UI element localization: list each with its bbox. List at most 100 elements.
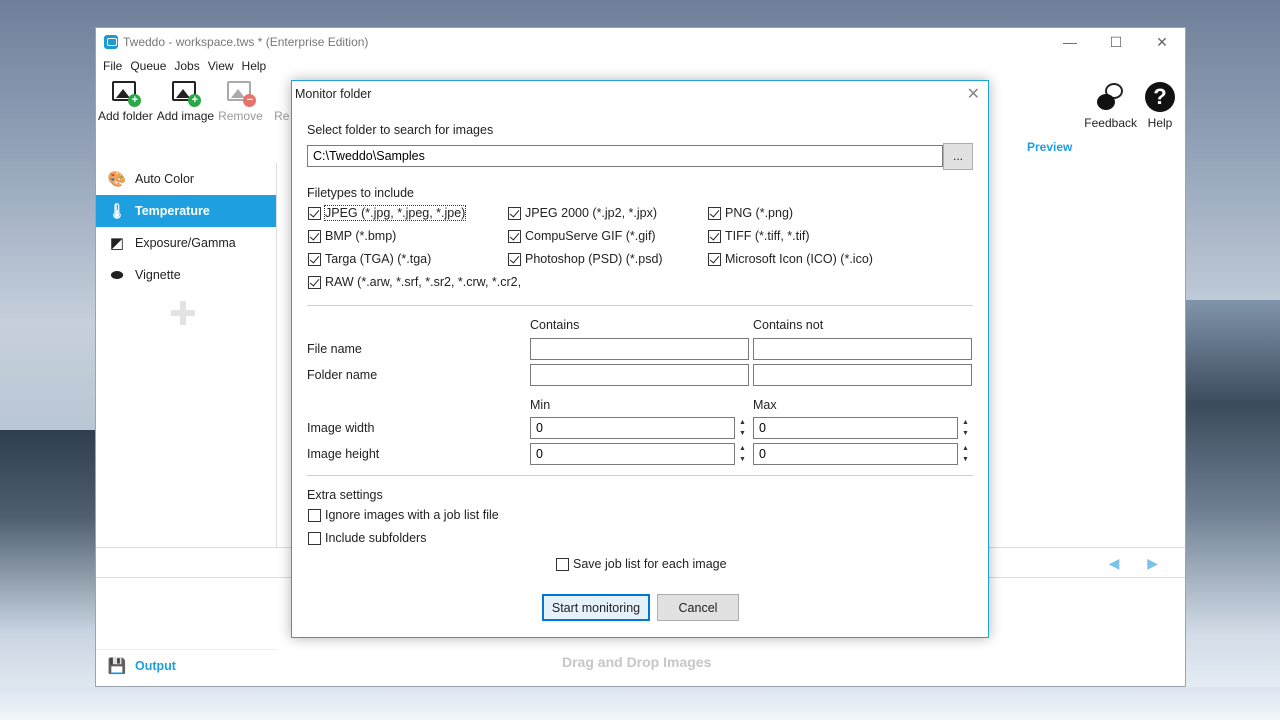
thermometer-icon: 🌡 bbox=[107, 203, 127, 220]
desktop-background-bottom bbox=[0, 687, 1280, 720]
menu-view[interactable]: View bbox=[204, 59, 238, 73]
folder-name-label: Folder name bbox=[307, 368, 378, 382]
menu-file[interactable]: File bbox=[99, 59, 126, 73]
height-max-input[interactable] bbox=[753, 443, 958, 465]
checkbox-label: RAW (*.arw, *.srf, *.sr2, *.crw, *.cr2, bbox=[325, 275, 522, 289]
add-image-icon: + bbox=[170, 79, 202, 107]
image-height-label: Image height bbox=[307, 447, 380, 461]
title-bar: Tweddo - workspace.tws * (Enterprise Edi… bbox=[96, 28, 1185, 56]
contains-not-header: Contains not bbox=[753, 318, 824, 332]
add-image-button[interactable]: + Add image bbox=[157, 76, 214, 123]
remove-label: Remove bbox=[218, 109, 263, 123]
width-max-input[interactable] bbox=[753, 417, 958, 439]
close-button[interactable]: ✕ bbox=[1139, 28, 1185, 56]
add-folder-button[interactable]: + Add folder bbox=[98, 76, 153, 123]
sidebar-item-label: Auto Color bbox=[135, 172, 195, 186]
filetype-raw-checkbox[interactable]: RAW (*.arw, *.srf, *.sr2, *.crw, *.cr2, bbox=[308, 275, 521, 289]
sidebar-item-auto-color[interactable]: 🎨 Auto Color bbox=[96, 163, 276, 195]
checkbox-label: TIFF (*.tiff, *.tif) bbox=[725, 229, 810, 243]
partial-toolbar-label: Re bbox=[274, 109, 290, 123]
sidebar-item-label: Vignette bbox=[135, 268, 181, 282]
filetype-png-checkbox[interactable]: PNG (*.png) bbox=[708, 206, 793, 220]
contains-header: Contains bbox=[530, 318, 580, 332]
checkbox-box bbox=[508, 252, 521, 266]
width-min-stepper[interactable]: ▲ ▼ bbox=[736, 417, 749, 439]
filetype-bmp-checkbox[interactable]: BMP (*.bmp) bbox=[308, 229, 396, 243]
image-width-label: Image width bbox=[307, 421, 375, 435]
exposure-icon: ◩ bbox=[109, 235, 125, 252]
vignette-icon: ⬬ bbox=[110, 266, 124, 284]
height-min-input[interactable] bbox=[530, 443, 735, 465]
save-icon: 💾 bbox=[107, 657, 127, 675]
checkbox-box bbox=[308, 531, 321, 545]
feedback-button[interactable]: Feedback bbox=[1084, 79, 1137, 130]
feedback-icon bbox=[1096, 82, 1126, 112]
preview-tab[interactable]: Preview bbox=[1027, 140, 1072, 154]
app-logo-icon bbox=[104, 35, 118, 49]
add-filter-icon[interactable] bbox=[171, 301, 195, 325]
filetype-gif-checkbox[interactable]: CompuServe GIF (*.gif) bbox=[508, 229, 656, 243]
checkbox-label: Microsoft Icon (ICO) (*.ico) bbox=[725, 252, 873, 266]
nav-arrows[interactable]: ◀ ▶ bbox=[1109, 555, 1170, 572]
checkbox-box bbox=[508, 229, 521, 243]
filetype-jpeg2000-checkbox[interactable]: JPEG 2000 (*.jp2, *.jpx) bbox=[508, 206, 657, 220]
checkbox-label: CompuServe GIF (*.gif) bbox=[525, 229, 656, 243]
checkbox-box bbox=[308, 206, 321, 220]
help-button[interactable]: ? Help bbox=[1145, 79, 1175, 130]
file-name-contains-not-input[interactable] bbox=[753, 338, 972, 360]
window-controls: — ☐ ✕ bbox=[1047, 28, 1185, 56]
menu-help[interactable]: Help bbox=[238, 59, 271, 73]
sidebar-item-output[interactable]: 💾 Output bbox=[96, 649, 277, 681]
checkbox-box bbox=[708, 206, 721, 220]
sidebar-item-vignette[interactable]: ⬬ Vignette bbox=[96, 259, 276, 291]
monitor-folder-dialog: Monitor folder ✕ Select folder to search… bbox=[291, 80, 989, 638]
dialog-title: Monitor folder bbox=[295, 87, 372, 101]
filetype-ico-checkbox[interactable]: Microsoft Icon (ICO) (*.ico) bbox=[708, 252, 873, 266]
select-folder-label: Select folder to search for images bbox=[307, 123, 494, 137]
checkbox-label: Ignore images with a job list file bbox=[325, 508, 499, 522]
add-image-label: Add image bbox=[156, 109, 215, 123]
filetype-tga-checkbox[interactable]: Targa (TGA) (*.tga) bbox=[308, 252, 431, 266]
cancel-button[interactable]: Cancel bbox=[657, 594, 739, 621]
checkbox-box bbox=[708, 252, 721, 266]
divider bbox=[307, 305, 973, 306]
add-folder-label: Add folder bbox=[98, 109, 153, 123]
sidebar-item-exposure-gamma[interactable]: ◩ Exposure/Gamma bbox=[96, 227, 276, 259]
extra-settings-label: Extra settings bbox=[307, 488, 383, 502]
folder-path-input[interactable] bbox=[307, 145, 943, 167]
help-label: Help bbox=[1147, 116, 1173, 130]
height-max-stepper[interactable]: ▲ ▼ bbox=[959, 443, 972, 465]
checkbox-label: Photoshop (PSD) (*.psd) bbox=[525, 252, 663, 266]
start-monitoring-button[interactable]: Start monitoring bbox=[542, 594, 650, 621]
width-max-stepper[interactable]: ▲ ▼ bbox=[959, 417, 972, 439]
checkbox-box bbox=[308, 229, 321, 243]
help-icon: ? bbox=[1145, 82, 1175, 112]
filetype-tiff-checkbox[interactable]: TIFF (*.tiff, *.tif) bbox=[708, 229, 810, 243]
ignore-joblist-checkbox[interactable]: Ignore images with a job list file bbox=[308, 508, 499, 522]
menu-queue[interactable]: Queue bbox=[126, 59, 170, 73]
window-title: Tweddo - workspace.tws * (Enterprise Edi… bbox=[123, 35, 369, 49]
file-name-contains-input[interactable] bbox=[530, 338, 749, 360]
save-joblist-checkbox[interactable]: Save job list for each image bbox=[556, 557, 727, 571]
filetype-jpeg-checkbox[interactable]: JPEG (*.jpg, *.jpeg, *.jpe) bbox=[308, 205, 467, 221]
menu-jobs[interactable]: Jobs bbox=[170, 59, 203, 73]
minimize-button[interactable]: — bbox=[1047, 28, 1093, 56]
feedback-label: Feedback bbox=[1084, 116, 1137, 130]
sidebar-item-temperature[interactable]: 🌡 Temperature bbox=[96, 195, 276, 227]
include-subfolders-checkbox[interactable]: Include subfolders bbox=[308, 531, 426, 545]
height-min-stepper[interactable]: ▲ ▼ bbox=[736, 443, 749, 465]
maximize-button[interactable]: ☐ bbox=[1093, 28, 1139, 56]
drag-drop-hint: Drag and Drop Images bbox=[562, 654, 712, 670]
folder-name-contains-not-input[interactable] bbox=[753, 364, 972, 386]
dialog-close-icon[interactable]: ✕ bbox=[967, 84, 980, 104]
checkbox-box bbox=[708, 229, 721, 243]
checkbox-label: Targa (TGA) (*.tga) bbox=[325, 252, 432, 266]
width-min-input[interactable] bbox=[530, 417, 735, 439]
desktop-background-left bbox=[0, 430, 95, 720]
add-folder-icon: + bbox=[110, 79, 142, 107]
filetype-psd-checkbox[interactable]: Photoshop (PSD) (*.psd) bbox=[508, 252, 663, 266]
folder-name-contains-input[interactable] bbox=[530, 364, 749, 386]
max-header: Max bbox=[753, 398, 777, 412]
browse-button[interactable]: ... bbox=[943, 143, 973, 170]
remove-button[interactable]: − Remove bbox=[218, 76, 263, 123]
